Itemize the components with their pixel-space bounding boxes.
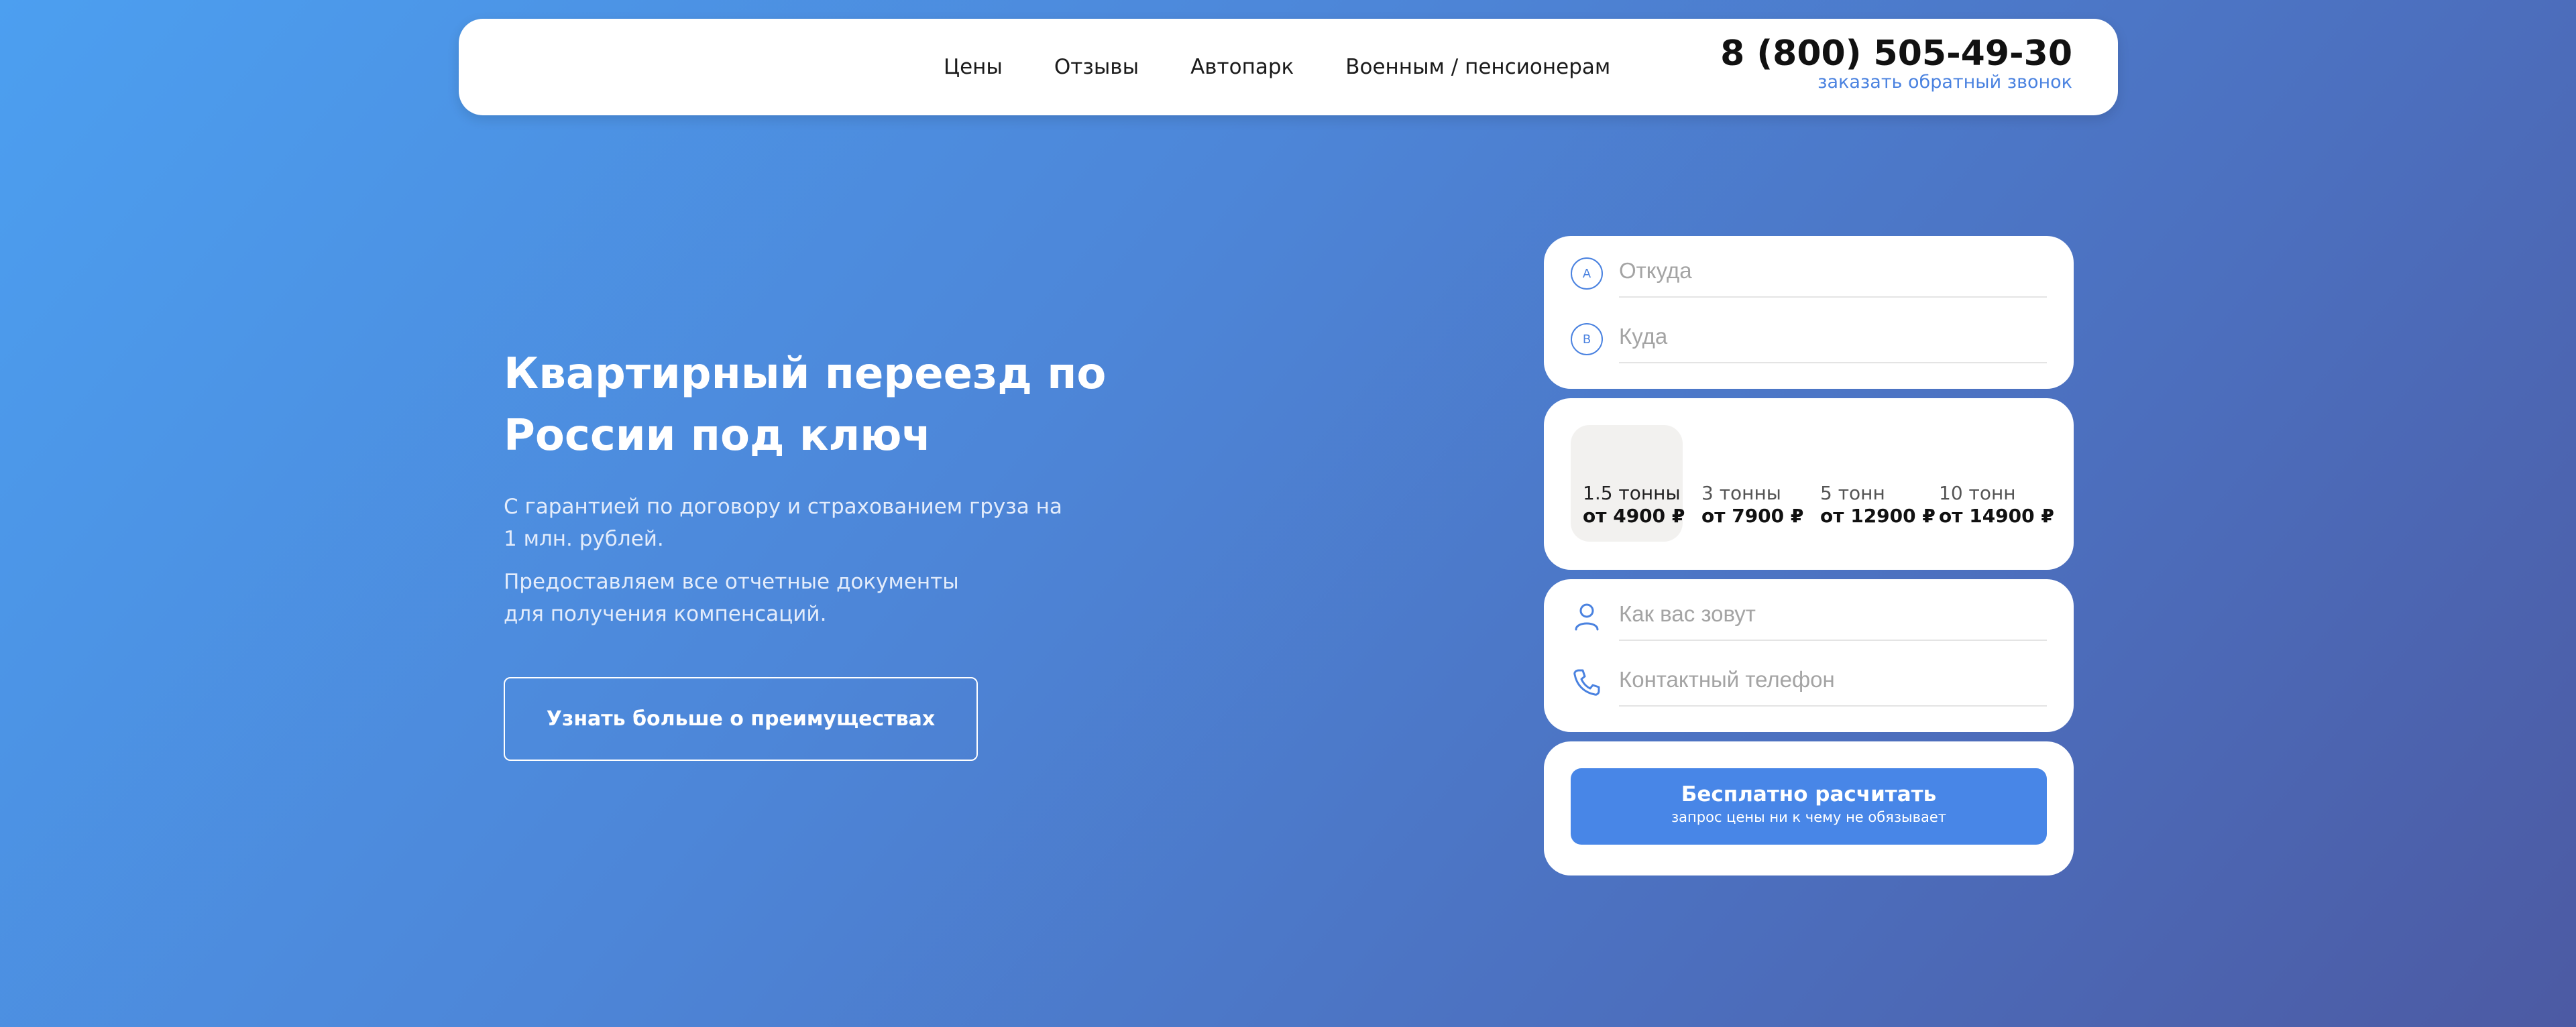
hero-title: Квартирный переезд по России под ключ [504, 349, 1107, 461]
hero-text-line: 1 млн. рублей. [504, 527, 664, 551]
route-card: A B [1544, 236, 2074, 389]
nav-prices[interactable]: Цены [944, 55, 1003, 79]
truck-price: от 4900 ₽ [1583, 505, 1685, 527]
from-field: A [1571, 245, 2047, 298]
hero-text-line: Предоставляем все отчетные документы [504, 570, 959, 594]
truck-price: от 14900 ₽ [1939, 505, 2054, 527]
name-field [1571, 589, 2047, 641]
nav-military-pensioners[interactable]: Военным / пенсионерам [1345, 55, 1610, 79]
name-input[interactable] [1619, 589, 2047, 641]
hero-text-line: для получения компенсаций. [504, 602, 827, 626]
truck-capacity: 3 тонны [1701, 482, 1781, 504]
truck-selector-card: 1.5 тонны от 4900 ₽ 3 тонны от 7900 ₽ 5 … [1544, 398, 2074, 570]
truck-capacity: 1.5 тонны [1583, 482, 1681, 504]
truck-option-1-5t[interactable]: 1.5 тонны от 4900 ₽ [1571, 425, 1685, 542]
header-contact: 8 (800) 505-49-30 заказать обратный звон… [1720, 34, 2072, 93]
truck-capacity: 10 тонн [1939, 482, 2016, 504]
user-icon [1571, 601, 1603, 633]
truck-options: 1.5 тонны от 4900 ₽ 3 тонны от 7900 ₽ 5 … [1571, 425, 2054, 542]
calculate-button-label: Бесплатно расчитать [1681, 782, 1937, 806]
phone-input[interactable] [1619, 654, 2047, 707]
hero-description: С гарантией по договору и страхованием г… [504, 491, 1174, 630]
to-input[interactable] [1619, 311, 2047, 363]
phone-icon [1571, 666, 1603, 699]
calculate-button[interactable]: Бесплатно расчитать запрос цены ни к чем… [1571, 768, 2047, 845]
submit-card: Бесплатно расчитать запрос цены ни к чем… [1544, 741, 2074, 875]
point-b-icon: B [1571, 323, 1603, 355]
truck-option-5t[interactable]: 5 тонн от 12900 ₽ [1808, 425, 1936, 542]
calculate-button-note: запрос цены ни к чему не обязывает [1671, 809, 1946, 825]
callback-link[interactable]: заказать обратный звонок [1720, 72, 2072, 93]
nav-fleet[interactable]: Автопарк [1190, 55, 1294, 79]
hero-text-line: С гарантией по договору и страхованием г… [504, 495, 1062, 519]
nav-reviews[interactable]: Отзывы [1054, 55, 1139, 79]
main-nav: Цены Отзывы Автопарк Военным / пенсионер… [944, 19, 1610, 115]
truck-option-3t[interactable]: 3 тонны от 7900 ₽ [1689, 425, 1804, 542]
contacts-card [1544, 579, 2074, 732]
to-field: B [1571, 311, 2047, 363]
truck-price: от 12900 ₽ [1820, 505, 1936, 527]
truck-option-10t[interactable]: 10 тонн от 14900 ₽ [1927, 425, 2054, 542]
phone-field [1571, 654, 2047, 707]
order-form: A B 1.5 тонны от 4900 ₽ 3 тонны от 7900 … [1544, 236, 2074, 885]
point-a-icon: A [1571, 257, 1603, 290]
truck-price: от 7900 ₽ [1701, 505, 1804, 527]
learn-more-button[interactable]: Узнать больше о преимуществах [504, 677, 978, 761]
site-header: Цены Отзывы Автопарк Военным / пенсионер… [459, 19, 2118, 115]
phone-number[interactable]: 8 (800) 505-49-30 [1720, 34, 2072, 74]
truck-capacity: 5 тонн [1820, 482, 1885, 504]
from-input[interactable] [1619, 245, 2047, 298]
hero-section: Квартирный переезд по России под ключ С … [504, 343, 1174, 630]
